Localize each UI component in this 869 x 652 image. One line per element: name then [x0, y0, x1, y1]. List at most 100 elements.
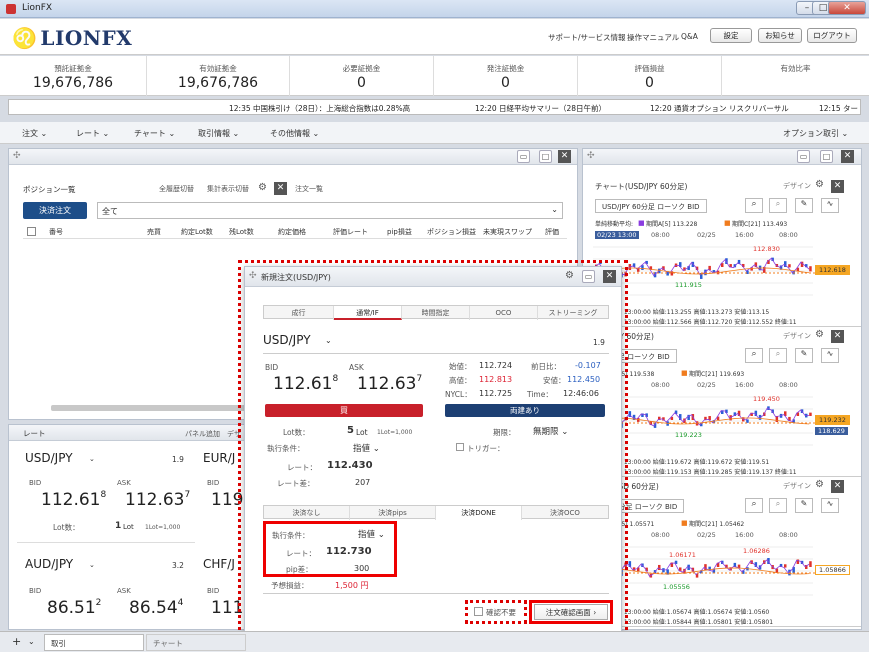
order-pair[interactable]: USD/JPY	[263, 333, 311, 347]
add-tab-icon[interactable]: +	[12, 635, 21, 648]
add-panel-link[interactable]: パネル追加	[185, 429, 220, 439]
menu-other-info[interactable]: その他情報 ⌄	[270, 128, 319, 139]
close-icon[interactable]: ✕	[831, 330, 844, 343]
close-window-button[interactable]: ✕	[828, 1, 866, 15]
tab-settle-done[interactable]: 決済DONE	[436, 506, 522, 520]
news-item[interactable]: 12:20 通貨オプション リスクリバーサル	[650, 103, 789, 114]
close-icon[interactable]: ✕	[558, 150, 571, 163]
zoom-in-icon[interactable]: ⌕	[745, 198, 763, 213]
gear-icon[interactable]: ⚙	[258, 182, 267, 193]
order-list-tab[interactable]: 注文一覧	[295, 184, 323, 194]
menu-order[interactable]: 注文 ⌄	[22, 128, 47, 139]
draw-icon[interactable]: ✎	[795, 198, 813, 213]
lot-input[interactable]: 5	[347, 425, 354, 436]
tab-oco[interactable]: OCO	[470, 306, 538, 320]
order-bid-price[interactable]: 112.618	[273, 374, 338, 394]
settle-pip-input[interactable]: 300	[354, 564, 369, 573]
hedge-sell-button[interactable]: 両建あり	[445, 404, 605, 417]
order-ask-price[interactable]: 112.637	[357, 374, 422, 394]
period-select[interactable]: 無期限 ⌄	[533, 425, 568, 437]
gear-icon[interactable]: ⚙	[815, 329, 824, 340]
rate-tile-usdjpy[interactable]: USD/JPY ⌄ 1.9 BID ASK 112.618 112.637 Lo…	[17, 447, 195, 543]
news-button[interactable]: お知らせ	[758, 28, 802, 43]
support-link[interactable]: サポート/サービス情報	[548, 32, 626, 43]
maximize-icon[interactable]: □	[539, 150, 552, 163]
aggregate-toggle[interactable]: 集計表示切替	[207, 184, 249, 194]
zoom-out-icon[interactable]: ⌕	[769, 498, 787, 513]
panel-menu-icon[interactable]: ▭	[797, 150, 810, 163]
indicator-icon[interactable]: ∿	[821, 348, 839, 363]
close-icon[interactable]: ✕	[603, 270, 616, 283]
settle-rate-input[interactable]: 112.730	[326, 546, 372, 557]
tile-ask-price[interactable]: 112.637	[125, 490, 190, 510]
close-icon[interactable]: ✕	[831, 480, 844, 493]
draw-icon[interactable]: ✎	[795, 348, 813, 363]
order-confirm-button[interactable]: 注文確認画面 ›	[534, 604, 608, 620]
tile-pair[interactable]: USD/JPY	[25, 451, 73, 465]
news-item[interactable]: 12:35 中国株引け（28日）：上海総合指数は0.28%高	[229, 103, 410, 114]
buy-button[interactable]: 買	[265, 404, 423, 417]
indicator-icon[interactable]: ∿	[821, 198, 839, 213]
bottom-tab-chart[interactable]: チャート	[146, 634, 246, 651]
menu-rate[interactable]: レート ⌄	[76, 128, 109, 139]
tab-settle-oco[interactable]: 決済OCO	[522, 506, 608, 520]
move-handle-icon[interactable]: ✣	[249, 271, 257, 281]
panel-menu-icon[interactable]: ▭	[517, 150, 530, 163]
draw-icon[interactable]: ✎	[795, 498, 813, 513]
gear-icon[interactable]: ⚙	[565, 270, 574, 281]
menu-option-trade[interactable]: オプション取引 ⌄	[783, 128, 848, 139]
panel-menu-icon[interactable]: ▭	[582, 270, 595, 283]
full-history-toggle[interactable]: 全履歴切替	[159, 184, 194, 194]
settings-button[interactable]: 設定	[710, 28, 752, 43]
gear-icon[interactable]: ⚙	[815, 179, 824, 190]
chart-design-link[interactable]: デザイン	[783, 481, 811, 491]
chevron-down-icon[interactable]: ⌄	[28, 637, 35, 646]
candle	[788, 264, 791, 268]
news-item[interactable]: 12:20 日経平均サマリー（28日午前）	[475, 103, 606, 114]
chart-selector[interactable]: USD/JPY 60分足 ローソク BID	[595, 199, 707, 213]
rate-tile-audjpy[interactable]: AUD/JPY ⌄ 3.2 BID ASK 86.512 86.544	[17, 553, 195, 631]
close-icon[interactable]: ✕	[841, 150, 854, 163]
zoom-out-icon[interactable]: ⌕	[769, 348, 787, 363]
close-icon[interactable]: ✕	[831, 180, 844, 193]
manual-link[interactable]: 操作マニュアル	[627, 32, 679, 43]
rate-diff-input[interactable]: 207	[355, 478, 370, 487]
gear-icon[interactable]: ⚙	[815, 479, 824, 490]
menu-chart[interactable]: チャート ⌄	[134, 128, 175, 139]
indicator-icon[interactable]: ∿	[821, 498, 839, 513]
menu-trade-info[interactable]: 取引情報 ⌄	[198, 128, 239, 139]
tile-bid-price[interactable]: 112.618	[41, 490, 106, 510]
tab-no-settle[interactable]: 決済なし	[264, 506, 350, 520]
chart-design-link[interactable]: デザイン	[783, 331, 811, 341]
rate-input[interactable]: 112.430	[327, 460, 373, 471]
tile-lot-value[interactable]: 1	[115, 521, 121, 531]
bottom-tab-trade[interactable]: 取引	[44, 634, 144, 651]
zoom-in-icon[interactable]: ⌕	[745, 348, 763, 363]
maximize-icon[interactable]: □	[820, 150, 833, 163]
tab-settle-pips[interactable]: 決済pips	[350, 506, 436, 520]
settle-conditions-highlight: 執行条件： 指値 ⌄ レート： 112.730 pip差： 300	[263, 521, 397, 577]
confirm-skip-checkbox[interactable]	[474, 607, 483, 616]
zoom-out-icon[interactable]: ⌕	[769, 198, 787, 213]
logout-button[interactable]: ログアウト	[807, 28, 857, 43]
news-item[interactable]: 12:15 ター	[819, 103, 858, 114]
qa-link[interactable]: Q&A	[681, 32, 698, 41]
close-icon[interactable]: ✕	[274, 182, 287, 195]
settle-order-button[interactable]: 決済注文	[23, 202, 87, 219]
position-filter-select[interactable]: 全て ⌄	[97, 202, 563, 219]
chart-design-link[interactable]: デザイン	[783, 181, 811, 191]
tab-time[interactable]: 時間指定	[402, 306, 470, 320]
move-handle-icon[interactable]: ✣	[587, 151, 595, 161]
move-handle-icon[interactable]: ✣	[13, 151, 21, 161]
tab-market[interactable]: 成行	[264, 306, 334, 320]
trigger-checkbox[interactable]	[456, 443, 464, 451]
zoom-in-icon[interactable]: ⌕	[745, 498, 763, 513]
positions-title[interactable]: ポジション一覧	[23, 184, 76, 195]
news-ticker[interactable]: 12:35 中国株引け（28日）：上海総合指数は0.28%高 12:20 日経平…	[8, 99, 861, 115]
settle-exec-select[interactable]: 指値 ⌄	[358, 528, 385, 540]
tab-streaming[interactable]: ストリーミング	[538, 306, 608, 320]
horizontal-scrollbar[interactable]	[51, 405, 261, 411]
exec-condition-select[interactable]: 指値 ⌄	[353, 442, 380, 454]
select-all-checkbox[interactable]	[27, 227, 36, 236]
tab-normal-if[interactable]: 通常/IF	[334, 306, 402, 320]
